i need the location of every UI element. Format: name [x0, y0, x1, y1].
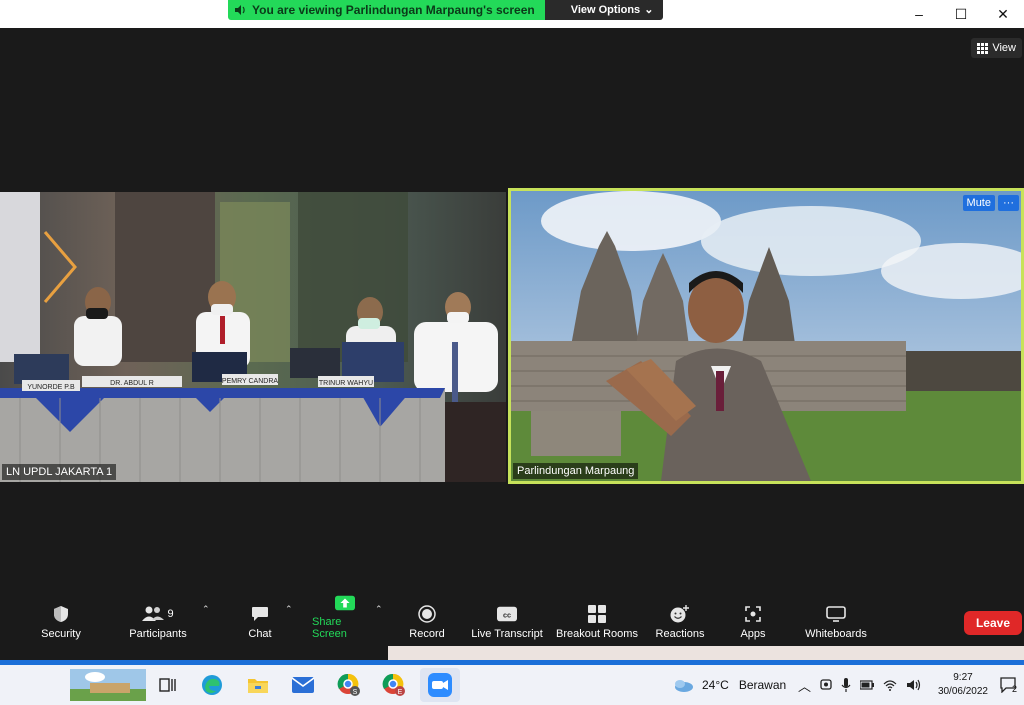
battery-icon[interactable] — [860, 679, 875, 691]
name-plate-1: YUNORDE P.B — [27, 384, 75, 391]
whiteboard-icon — [826, 606, 846, 622]
share-banner: You are viewing Parlindungan Marpaung's … — [228, 0, 664, 20]
name-plate-4: TRINUR WAHYU — [319, 380, 373, 387]
grid-icon — [977, 42, 989, 54]
weather-temperature: 24°C — [702, 678, 729, 692]
participants-icon — [142, 606, 165, 621]
maximize-button[interactable]: ☐ — [940, 0, 982, 28]
whiteboards-button[interactable]: Whiteboards — [800, 598, 872, 646]
svg-text:cc: cc — [503, 611, 511, 620]
viewing-screen-indicator: You are viewing Parlindungan Marpaung's … — [228, 0, 545, 20]
svg-text:E: E — [398, 689, 403, 696]
share-screen-icon — [335, 595, 355, 611]
notification-center-button[interactable]: 2 — [1000, 665, 1017, 705]
notification-count: 2 — [1012, 684, 1018, 694]
video-tile-active-speaker[interactable]: Mute ··· Parlindungan Marpaung — [508, 188, 1024, 484]
conference-room-video: YUNORDE P.B DR. ABDUL R PEMRY CANDRA TRI… — [0, 192, 506, 482]
chrome-profile-s-icon[interactable]: S — [337, 673, 361, 697]
widgets-landscape-icon[interactable] — [70, 669, 146, 701]
background-window-edge — [388, 646, 1024, 660]
window-controls: – ☐ ✕ — [898, 0, 1024, 28]
weather-widget[interactable]: 24°C Berawan — [672, 665, 786, 705]
zoom-app-icon[interactable] — [420, 668, 460, 702]
record-icon — [418, 605, 436, 623]
minimize-button[interactable]: – — [898, 0, 940, 28]
breakout-rooms-button[interactable]: Breakout Rooms — [554, 598, 640, 646]
share-screen-button[interactable]: Share Screen — [312, 595, 378, 646]
leave-meeting-button[interactable]: Leave — [963, 611, 1022, 635]
meeting-toolbar: Security 9 Participants ⌃ Chat ⌃ Share S… — [0, 595, 1024, 646]
view-layout-label: View — [992, 42, 1016, 54]
emoji-plus-icon — [670, 605, 689, 623]
view-layout-button[interactable]: View — [971, 38, 1022, 58]
close-button[interactable]: ✕ — [982, 0, 1024, 28]
mail-icon[interactable] — [291, 673, 315, 697]
participant-name-label: LN UPDL JAKARTA 1 — [2, 464, 117, 480]
view-options-button[interactable]: View Options ⌄ — [544, 0, 664, 20]
chevron-down-icon: ⌄ — [644, 4, 654, 16]
apps-icon — [745, 606, 761, 622]
speaker-icon — [235, 5, 245, 15]
chat-icon — [252, 607, 268, 621]
clock-date: 30/06/2022 — [937, 686, 988, 697]
chat-label: Chat — [248, 628, 272, 640]
apps-button[interactable]: Apps — [734, 598, 772, 646]
breakout-rooms-icon — [588, 605, 606, 623]
participants-chevron-up-icon[interactable]: ⌃ — [202, 604, 210, 615]
file-explorer-icon[interactable] — [246, 673, 270, 697]
mute-participant-button[interactable]: Mute — [962, 195, 995, 211]
task-view-icon[interactable] — [156, 673, 180, 697]
camera-icon[interactable] — [820, 678, 832, 692]
participant-name-label: Parlindungan Marpaung — [513, 463, 639, 479]
svg-text:S: S — [353, 689, 358, 696]
live-transcript-button[interactable]: cc Live Transcript — [470, 598, 544, 646]
viewing-screen-text: You are viewing Parlindungan Marpaung's … — [252, 3, 535, 17]
whiteboards-label: Whiteboards — [805, 628, 867, 640]
chevron-up-icon[interactable]: ︿ — [798, 676, 811, 695]
reactions-button[interactable]: Reactions — [654, 598, 706, 646]
more-options-button[interactable]: ··· — [998, 195, 1019, 211]
chrome-profile-e-icon[interactable]: E — [382, 673, 406, 697]
temple-background-video — [511, 191, 1021, 481]
apps-label: Apps — [740, 628, 766, 640]
share-screen-chevron-up-icon[interactable]: ⌃ — [375, 604, 383, 615]
record-button[interactable]: Record — [404, 598, 450, 646]
clock[interactable]: 9:27 30/06/2022 — [938, 671, 988, 699]
reactions-label: Reactions — [655, 628, 705, 640]
security-label: Security — [41, 628, 81, 640]
chat-button[interactable]: Chat — [238, 598, 282, 646]
participants-label: Participants — [129, 628, 187, 640]
system-tray: ︿ — [798, 665, 922, 705]
share-screen-label: Share Screen — [312, 616, 347, 640]
wifi-icon[interactable] — [883, 679, 897, 691]
edge-browser-icon[interactable] — [200, 673, 224, 697]
video-tile-conference-room[interactable]: YUNORDE P.B DR. ABDUL R PEMRY CANDRA TRI… — [0, 192, 506, 482]
record-label: Record — [409, 628, 445, 640]
volume-icon[interactable] — [906, 679, 922, 691]
participants-count: 9 — [167, 608, 174, 620]
live-transcript-label: Live Transcript — [471, 628, 543, 640]
title-bar: You are viewing Parlindungan Marpaung's … — [0, 0, 1024, 28]
windows-taskbar: S E 24°C Berawan ︿ 9:27 30/06/2022 2 — [0, 665, 1024, 705]
name-plate-3: PEMRY CANDRA — [222, 378, 278, 385]
view-options-label: View Options — [570, 4, 641, 16]
closed-caption-icon: cc — [497, 606, 517, 622]
name-plate-2: DR. ABDUL R — [110, 380, 154, 387]
breakout-rooms-label: Breakout Rooms — [556, 628, 638, 640]
weather-description: Berawan — [738, 678, 787, 692]
participants-button[interactable]: 9 Participants — [126, 598, 190, 646]
cloudy-weather-icon — [675, 680, 693, 692]
clock-time: 9:27 — [953, 672, 973, 683]
security-button[interactable]: Security — [38, 598, 84, 646]
shield-icon — [54, 606, 68, 622]
microphone-icon[interactable] — [841, 678, 851, 692]
chat-chevron-up-icon[interactable]: ⌃ — [285, 604, 293, 615]
